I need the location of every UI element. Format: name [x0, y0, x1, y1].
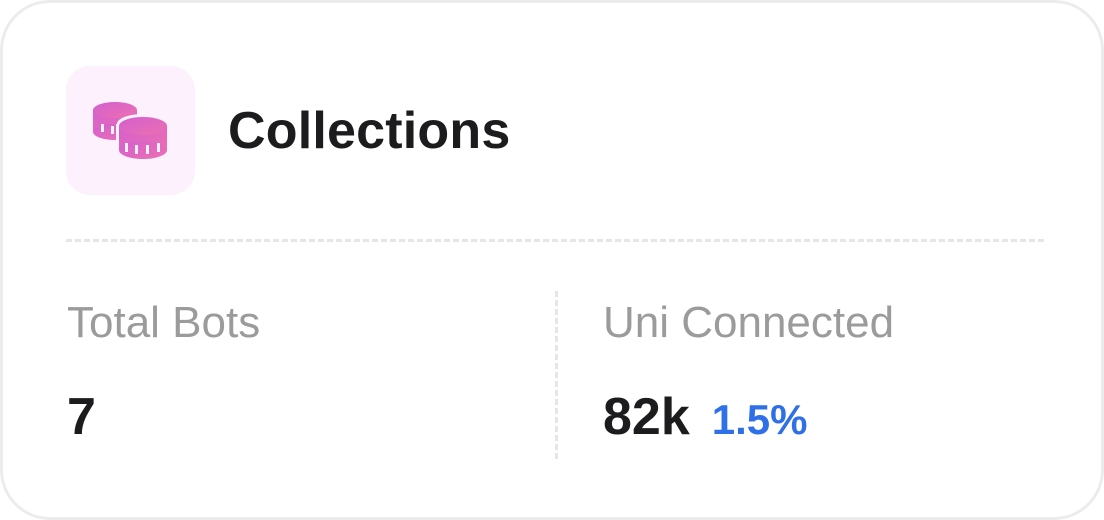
card-title: Collections — [228, 101, 511, 160]
stat-change-percent: 1.5% — [711, 396, 808, 443]
stat-value-row: 82k 1.5% — [603, 391, 894, 443]
stat-label: Uni Connected — [603, 298, 895, 347]
stat-label: Total Bots — [67, 298, 261, 347]
stat-value-row: 7 — [67, 391, 260, 443]
card-header: Collections — [66, 66, 510, 195]
icon-tile — [66, 66, 195, 195]
stat-value: 7 — [67, 388, 96, 446]
stat-value: 82k — [603, 388, 690, 446]
stat-uni-connected: Uni Connected 82k 1.5% — [603, 298, 895, 444]
collections-card: Collections Total Bots 7 Uni Connected 8… — [0, 0, 1104, 520]
horizontal-divider — [66, 239, 1044, 242]
coins-icon — [91, 100, 171, 162]
stat-total-bots: Total Bots 7 — [67, 298, 261, 444]
vertical-divider — [555, 291, 558, 459]
